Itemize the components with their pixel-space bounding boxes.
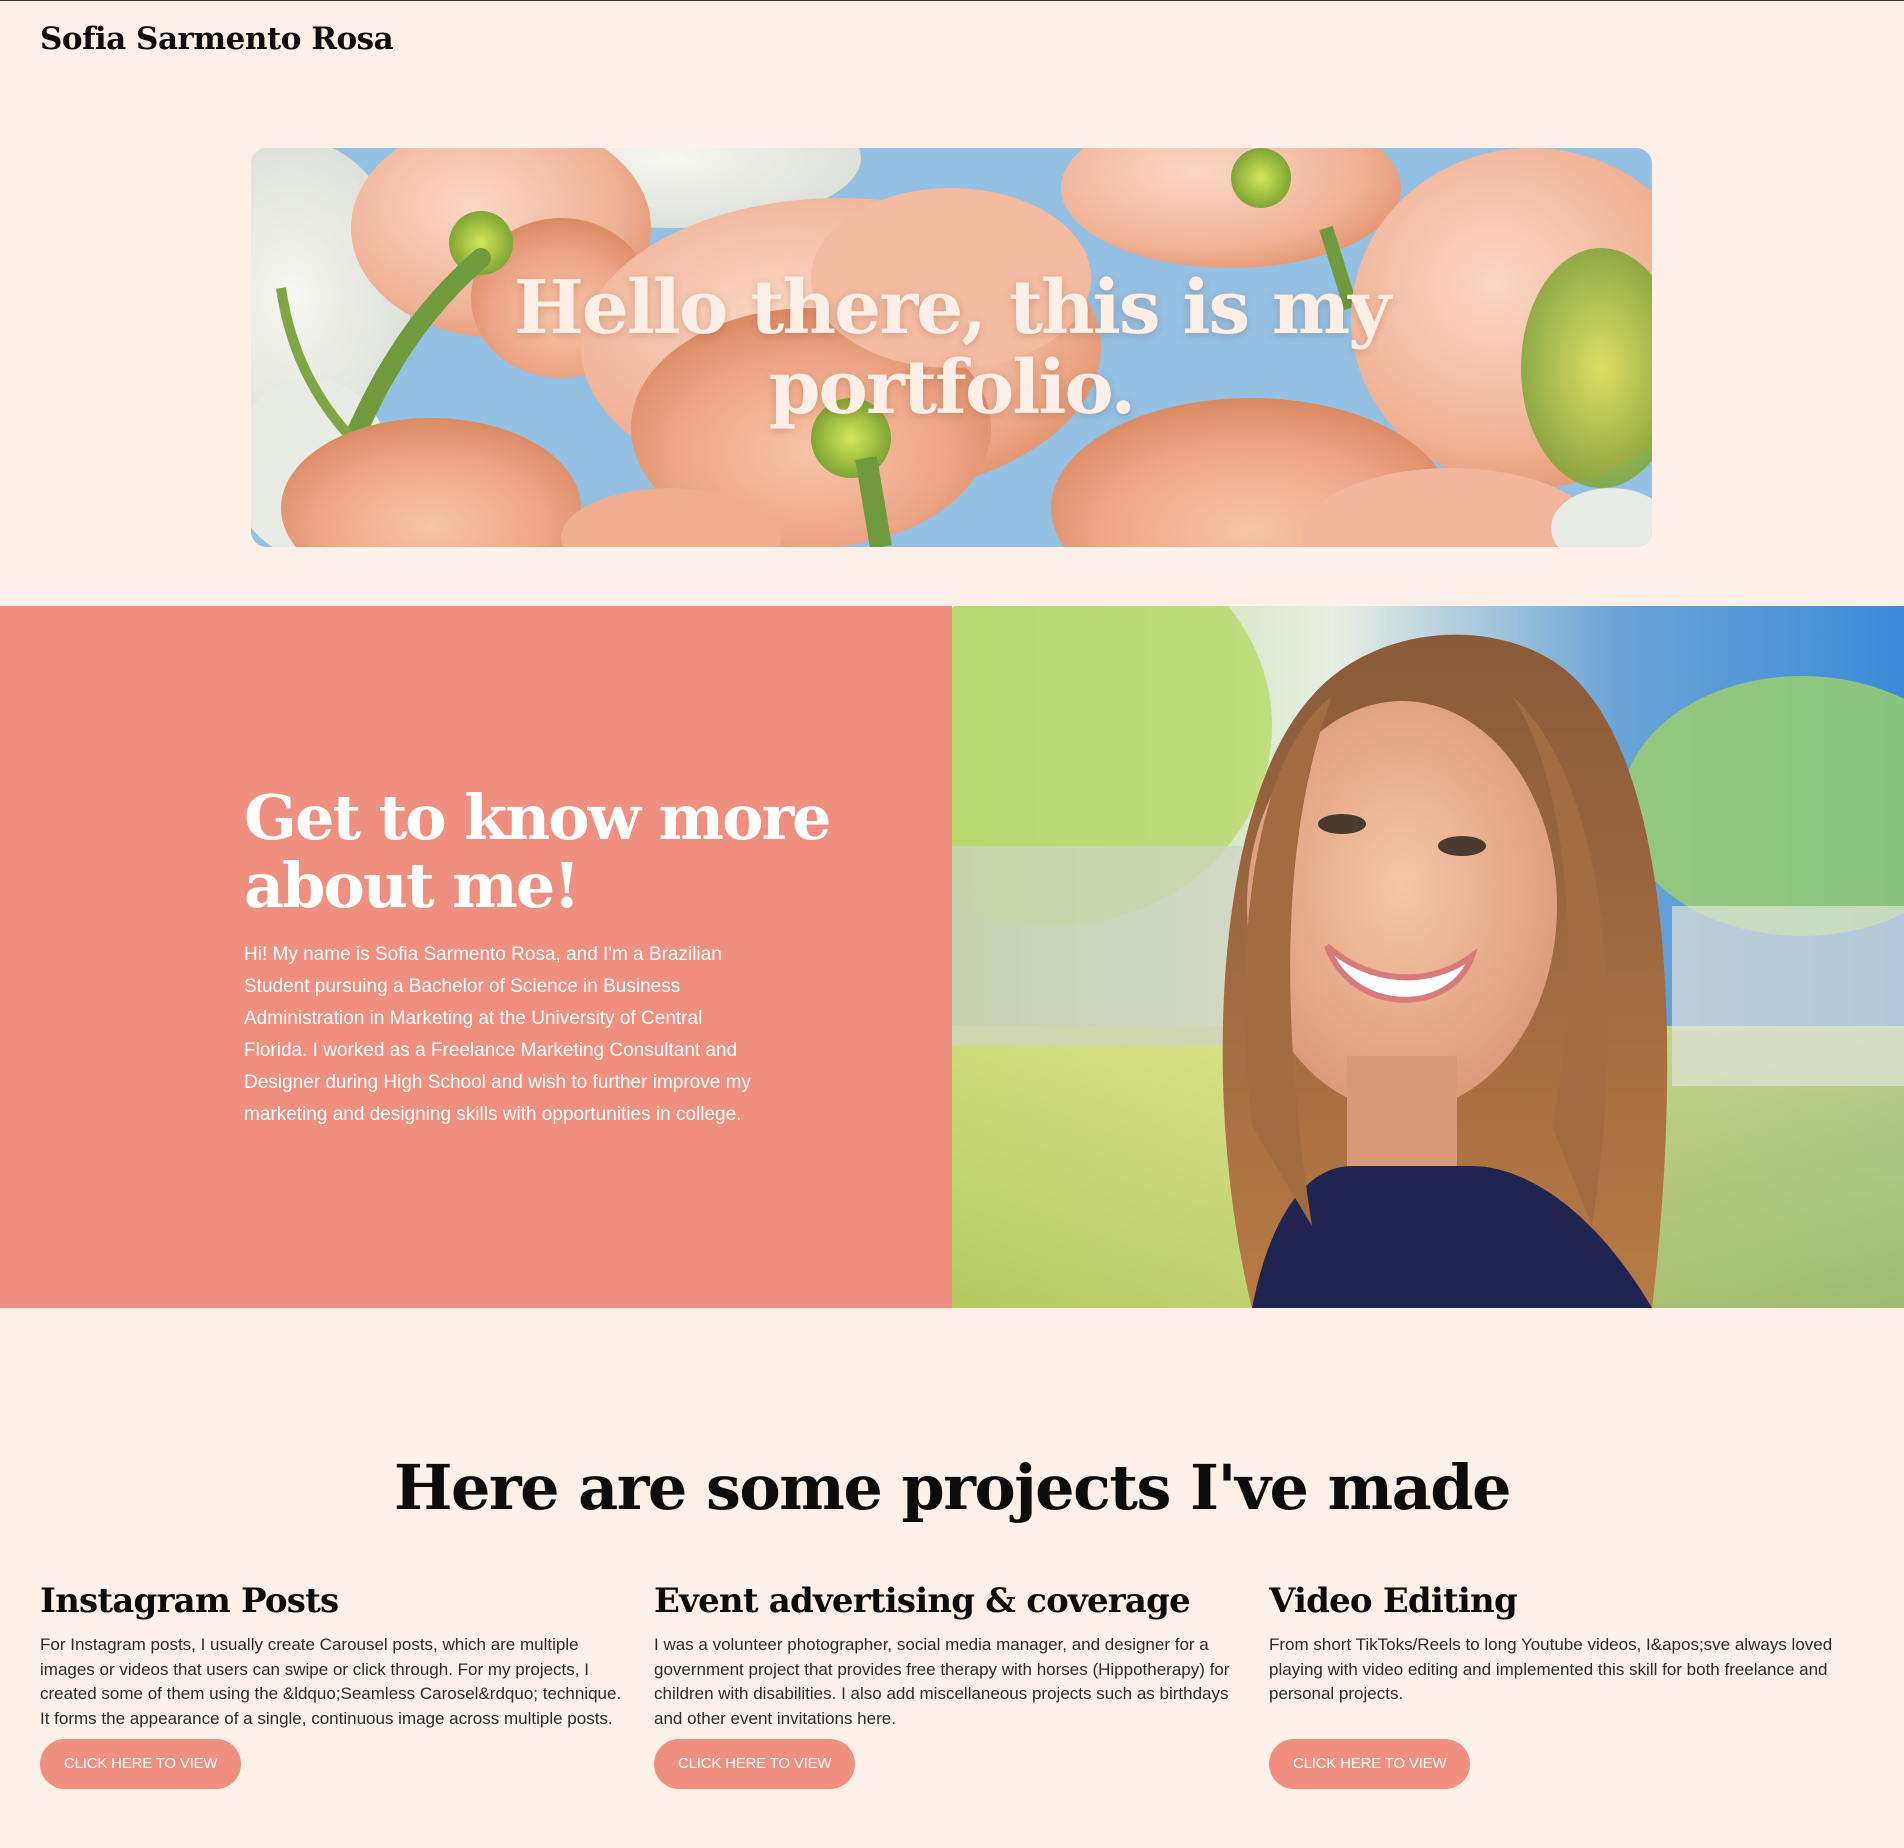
view-video-button[interactable]: CLICK HERE TO VIEW <box>1269 1739 1471 1789</box>
project-description: I was a volunteer photographer, social m… <box>654 1635 1230 1728</box>
projects-heading: Here are some projects I've made <box>393 1451 1512 1524</box>
about-body: Hi! My name is Sofia Sarmento Rosa, and … <box>244 944 751 1125</box>
hero-banner: Hello there, this is my portfolio. <box>251 148 1652 547</box>
about-heading: Get to know more about me! <box>244 781 832 922</box>
project-description: For Instagram posts, I usually create Ca… <box>40 1635 622 1728</box>
project-title: Instagram Posts <box>40 1581 339 1621</box>
project-title: Video Editing <box>1269 1581 1518 1621</box>
project-card-video: Video Editing From short TikToks/Reels t… <box>1269 1581 1859 1789</box>
site-title[interactable]: Sofia Sarmento Rosa <box>40 21 394 57</box>
project-description: From short TikToks/Reels to long Youtube… <box>1269 1635 1833 1703</box>
profile-photo <box>952 606 1904 1308</box>
portfolio-page: Sofia Sarmento Rosa Hello there, this is… <box>0 0 1904 1848</box>
profile-photo-image <box>952 606 1904 1308</box>
project-card-instagram: Instagram Posts For Instagram posts, I u… <box>40 1581 630 1789</box>
view-events-button[interactable]: CLICK HERE TO VIEW <box>654 1739 856 1789</box>
about-section: Get to know more about me! Hi! My name i… <box>0 606 1904 1308</box>
project-card-events: Event advertising & coverage I was a vol… <box>654 1581 1244 1789</box>
hero-heading: Hello there, this is my portfolio. <box>513 265 1391 431</box>
view-instagram-button[interactable]: CLICK HERE TO VIEW <box>40 1739 242 1789</box>
project-title: Event advertising & coverage <box>654 1581 1191 1621</box>
about-text-panel: Get to know more about me! Hi! My name i… <box>0 606 952 1308</box>
